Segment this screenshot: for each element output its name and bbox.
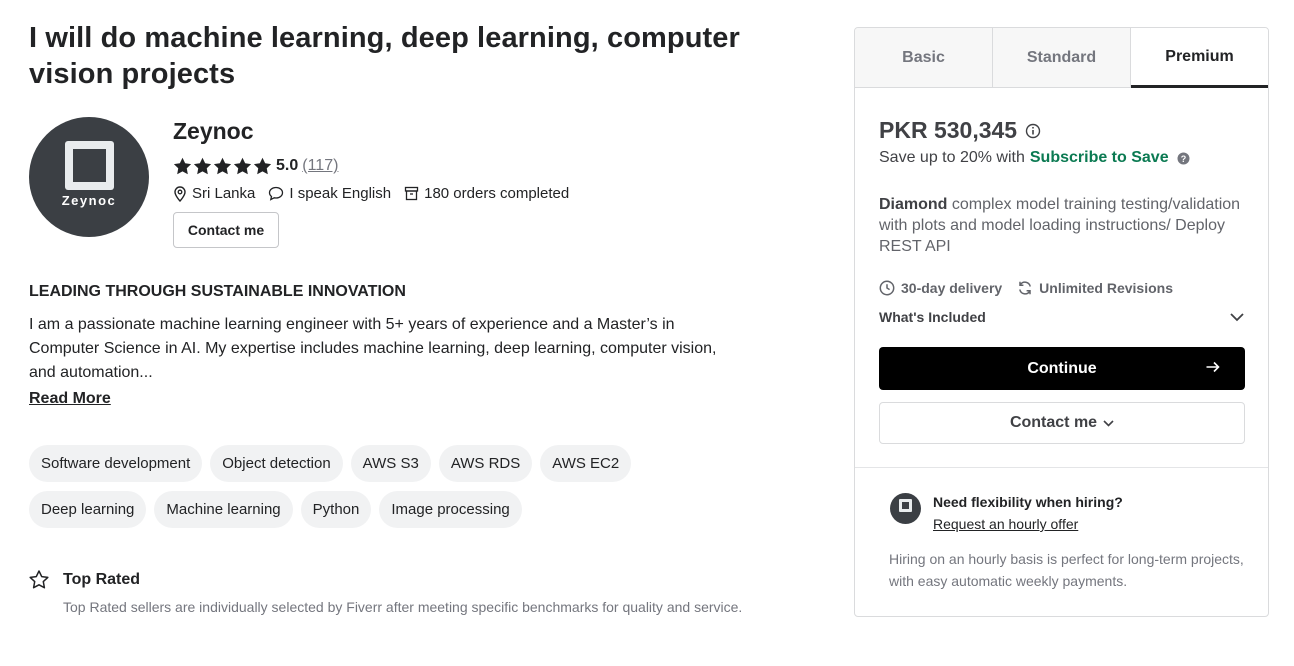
tag-image-processing[interactable]: Image processing <box>379 491 522 528</box>
panel-divider <box>855 467 1268 468</box>
star-icon <box>213 157 232 175</box>
star-icon <box>253 157 272 175</box>
location-item: Sri Lanka <box>173 185 255 202</box>
tab-basic[interactable]: Basic <box>855 28 993 88</box>
language-text: I speak English <box>289 185 392 202</box>
chevron-down-icon <box>1103 419 1114 427</box>
rating-count-link[interactable]: (117) <box>302 157 338 175</box>
star-icon <box>193 157 212 175</box>
box-icon <box>404 186 419 201</box>
seller-logo-text: Zeynoc <box>61 193 117 208</box>
delivery-text: 30-day delivery <box>901 280 1003 296</box>
package-price: PKR 530,345 <box>879 117 1041 144</box>
seller-name[interactable]: Zeynoc <box>173 118 254 145</box>
subscribe-to-save-link[interactable]: Subscribe to Save <box>1030 149 1169 167</box>
skill-tags: Software development Object detection AW… <box>29 445 749 528</box>
help-icon[interactable]: ? <box>1177 152 1190 165</box>
tag-aws-ec2[interactable]: AWS EC2 <box>540 445 632 482</box>
package-panel: Basic Standard Premium PKR 530,345 Save … <box>854 27 1269 617</box>
seller-meta: Sri Lanka I speak English 180 orders com… <box>173 185 582 202</box>
hourly-description: Hiring on an hourly basis is perfect for… <box>889 551 1244 589</box>
arrow-right-icon <box>1206 361 1220 373</box>
rating-stars <box>173 157 272 175</box>
whats-included-toggle[interactable]: What's Included <box>879 309 1245 325</box>
orders-text: 180 orders completed <box>424 185 570 202</box>
continue-button[interactable]: Continue <box>879 347 1245 390</box>
request-hourly-offer-link[interactable]: Request an hourly offer <box>933 516 1078 532</box>
info-icon[interactable] <box>1025 123 1041 139</box>
contact-me-button[interactable]: Contact me <box>879 402 1245 444</box>
contact-me-small-button[interactable]: Contact me <box>173 212 279 248</box>
chevron-down-icon <box>1230 313 1244 322</box>
star-outline-icon <box>29 570 49 589</box>
save-row: Save up to 20% with Subscribe to Save ? <box>879 149 1190 167</box>
star-icon <box>233 157 252 175</box>
top-rated-title: Top Rated <box>63 571 141 588</box>
package-description: Diamond complex model training testing/v… <box>879 194 1251 257</box>
whats-included-label: What's Included <box>879 309 986 325</box>
about-heading: LEADING THROUGH SUSTAINABLE INNOVATION <box>29 283 406 300</box>
language-item: I speak English <box>268 185 391 202</box>
tab-premium[interactable]: Premium <box>1131 28 1268 88</box>
seller-logo-icon <box>899 499 912 512</box>
top-rated-description: Top Rated sellers are individually selec… <box>63 599 743 615</box>
save-prefix: Save up to 20% with <box>879 149 1025 166</box>
tag-aws-rds[interactable]: AWS RDS <box>438 445 533 482</box>
tag-software-development[interactable]: Software development <box>29 445 203 482</box>
svg-text:?: ? <box>1180 153 1186 163</box>
delivery-row: 30-day delivery Unlimited Revisions <box>879 280 1188 296</box>
seller-rating: 5.0 (117) <box>173 155 338 177</box>
refresh-icon <box>1019 281 1032 295</box>
clock-icon <box>879 280 895 296</box>
tag-object-detection[interactable]: Object detection <box>210 445 343 482</box>
delivery-item: 30-day delivery <box>879 280 1002 296</box>
rating-score: 5.0 <box>276 157 299 174</box>
revisions-item: Unlimited Revisions <box>1017 280 1173 296</box>
price-value: PKR 530,345 <box>879 117 1018 143</box>
speech-bubble-icon <box>269 186 284 201</box>
contact-me-label: Contact me <box>1009 414 1098 431</box>
package-tier-name: Diamond <box>879 196 948 213</box>
read-more-link[interactable]: Read More <box>29 390 111 408</box>
tag-deep-learning[interactable]: Deep learning <box>29 491 147 528</box>
continue-label: Continue <box>1027 359 1097 377</box>
location-text: Sri Lanka <box>192 185 256 202</box>
seller-logo-inner <box>77 153 102 178</box>
tag-aws-s3[interactable]: AWS S3 <box>350 445 431 482</box>
hourly-title: Need flexibility when hiring? <box>933 494 1123 510</box>
gig-title: I will do machine learning, deep learnin… <box>29 22 740 90</box>
tab-standard[interactable]: Standard <box>993 28 1131 88</box>
star-icon <box>173 157 192 175</box>
about-text: I am a passionate machine learning engin… <box>29 316 717 381</box>
tag-python[interactable]: Python <box>300 491 372 528</box>
orders-item: 180 orders completed <box>404 185 569 202</box>
location-pin-icon <box>174 185 186 202</box>
hourly-seller-avatar <box>890 493 921 524</box>
seller-avatar[interactable]: Zeynoc <box>29 117 149 237</box>
tag-machine-learning[interactable]: Machine learning <box>154 491 293 528</box>
revisions-text: Unlimited Revisions <box>1039 280 1173 296</box>
package-tabs: Basic Standard Premium <box>855 28 1268 88</box>
